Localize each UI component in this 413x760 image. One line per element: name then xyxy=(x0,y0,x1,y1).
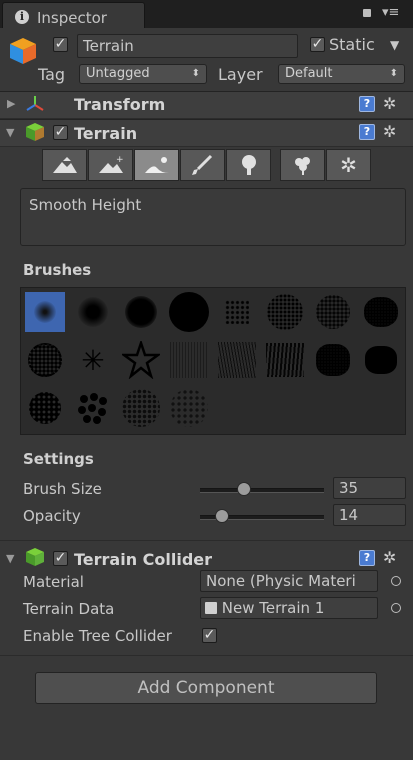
gear-icon[interactable]: ✲ xyxy=(383,94,396,113)
settings-label: Settings xyxy=(23,450,94,468)
brush-item[interactable]: ✳ xyxy=(73,340,113,380)
static-label: Static xyxy=(329,35,375,54)
lock-icon[interactable] xyxy=(363,9,371,17)
tool-description: Smooth Height xyxy=(29,196,142,214)
dropdown-arrow-icon: ⬍ xyxy=(389,68,398,79)
info-icon: i xyxy=(15,10,29,24)
gear-icon[interactable]: ✲ xyxy=(383,548,396,567)
foldout-arrow-icon[interactable]: ▼ xyxy=(6,552,14,565)
active-checkbox[interactable]: ✓ xyxy=(53,37,68,52)
tool-description-box: Smooth Height xyxy=(20,188,406,246)
brushes-label: Brushes xyxy=(23,261,92,279)
brush-item[interactable] xyxy=(361,340,401,380)
brush-item[interactable] xyxy=(25,388,65,428)
brush-item[interactable] xyxy=(25,340,65,380)
smooth-height-tool-button[interactable] xyxy=(134,149,179,181)
brush-item[interactable] xyxy=(265,292,305,332)
terrain-title: Terrain xyxy=(74,124,138,143)
terrain-enabled-checkbox[interactable]: ✓ xyxy=(53,125,68,140)
gameobject-cube-icon xyxy=(8,36,38,66)
terrain-collider-title: Terrain Collider xyxy=(74,550,213,569)
brush-item[interactable] xyxy=(265,340,305,380)
tag-value: Untagged xyxy=(86,66,150,81)
tab-inspector[interactable]: i Inspector xyxy=(2,2,145,28)
brush-item[interactable] xyxy=(169,292,209,332)
brush-size-field[interactable]: 35 xyxy=(333,477,406,499)
gear-icon: ✲ xyxy=(340,153,357,177)
terrain-collider-icon xyxy=(25,547,45,567)
foldout-arrow-icon[interactable]: ▶ xyxy=(7,97,15,110)
terrain-component-icon xyxy=(25,122,45,142)
tab-menu-icon[interactable]: ▾≡ xyxy=(382,5,399,20)
static-dropdown-icon[interactable]: ▼ xyxy=(390,38,399,52)
tag-dropdown[interactable]: Untagged ⬍ xyxy=(79,64,207,84)
raise-lower-tool-button[interactable] xyxy=(42,149,87,181)
place-trees-tool-button[interactable] xyxy=(226,149,271,181)
terrain-data-value: New Terrain 1 xyxy=(221,599,325,617)
brush-item[interactable] xyxy=(73,292,113,332)
static-checkbox[interactable]: ✓ xyxy=(310,37,325,52)
add-component-button[interactable]: Add Component xyxy=(35,672,377,704)
terrain-settings-tool-button[interactable]: ✲ xyxy=(326,149,371,181)
object-picker-icon[interactable] xyxy=(391,576,401,586)
gear-icon[interactable]: ✲ xyxy=(383,122,396,141)
foldout-arrow-icon[interactable]: ▼ xyxy=(6,126,14,139)
terrain-data-field[interactable]: New Terrain 1 xyxy=(200,597,378,619)
paint-details-tool-button[interactable] xyxy=(280,149,325,181)
opacity-field[interactable]: 14 xyxy=(333,504,406,526)
material-field[interactable]: None (Physic Materi xyxy=(200,570,378,592)
brush-item[interactable] xyxy=(73,388,113,428)
layer-dropdown[interactable]: Default ⬍ xyxy=(278,64,405,84)
help-icon[interactable]: ? xyxy=(359,124,375,140)
brush-item[interactable] xyxy=(217,340,257,380)
opacity-slider-thumb[interactable] xyxy=(215,509,230,523)
terrain-data-label: Terrain Data xyxy=(23,600,115,618)
brush-item[interactable] xyxy=(217,292,257,332)
transform-axes-icon xyxy=(25,94,45,114)
layer-value: Default xyxy=(285,66,333,81)
paint-texture-tool-button[interactable] xyxy=(180,149,225,181)
collider-enabled-checkbox[interactable]: ✓ xyxy=(53,551,68,566)
brush-item[interactable] xyxy=(313,340,353,380)
terrain-asset-icon xyxy=(205,602,217,614)
brush-grid: ✳ xyxy=(20,287,406,435)
help-icon[interactable]: ? xyxy=(359,550,375,566)
tab-title: Inspector xyxy=(37,9,107,27)
dropdown-arrow-icon: ⬍ xyxy=(191,68,200,79)
brush-size-slider-track[interactable] xyxy=(200,488,324,493)
help-icon[interactable]: ? xyxy=(359,96,375,112)
object-picker-icon[interactable] xyxy=(391,603,401,613)
material-label: Material xyxy=(23,573,84,591)
brush-size-slider-thumb[interactable] xyxy=(237,482,252,496)
paint-height-tool-button[interactable]: + xyxy=(88,149,133,181)
name-field[interactable]: Terrain xyxy=(77,34,298,58)
enable-tree-collider-label: Enable Tree Collider xyxy=(23,627,172,645)
brush-item[interactable] xyxy=(169,388,209,428)
opacity-label: Opacity xyxy=(23,507,81,525)
brush-item[interactable] xyxy=(121,292,161,332)
brush-item[interactable] xyxy=(313,292,353,332)
transform-title: Transform xyxy=(74,95,166,114)
brush-item[interactable] xyxy=(169,340,209,380)
brush-item[interactable] xyxy=(361,292,401,332)
enable-tree-collider-checkbox[interactable]: ✓ xyxy=(202,628,217,643)
svg-text:+: + xyxy=(116,155,124,165)
tag-label: Tag xyxy=(38,65,66,84)
transform-header[interactable] xyxy=(0,91,413,119)
brush-item[interactable] xyxy=(25,292,65,332)
brush-size-label: Brush Size xyxy=(23,480,102,498)
divider xyxy=(0,540,413,541)
divider xyxy=(0,655,413,656)
brush-item[interactable] xyxy=(121,388,161,428)
layer-label: Layer xyxy=(218,65,263,84)
brush-item[interactable] xyxy=(121,340,161,380)
